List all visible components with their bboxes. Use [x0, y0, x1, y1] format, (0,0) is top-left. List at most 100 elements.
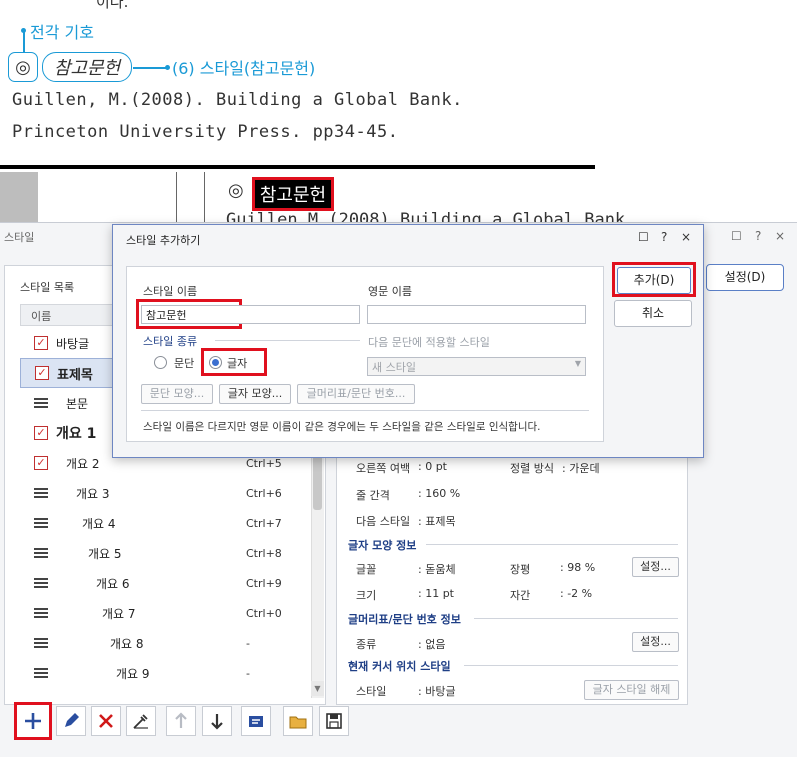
- check-icon: ✓: [35, 366, 49, 380]
- open-folder-icon: [289, 716, 307, 729]
- restore-icon[interactable]: ☐: [731, 229, 742, 243]
- divider: [204, 172, 205, 222]
- line-spacing-value: : 160 %: [418, 487, 461, 500]
- align-label: 정렬 방식: [510, 462, 554, 475]
- kind-character-radio[interactable]: [209, 356, 222, 369]
- font-label: 글꼴: [356, 563, 377, 576]
- kind-character-label: 글자: [227, 357, 248, 370]
- help-icon[interactable]: ?: [661, 230, 667, 244]
- save-icon: [326, 713, 342, 729]
- lines-icon: [34, 638, 48, 650]
- style-list-item[interactable]: 개요 3 Ctrl+6: [20, 478, 310, 508]
- divider: [141, 410, 589, 411]
- eyedropper-icon: [133, 714, 148, 729]
- style-list-item[interactable]: 개요 7 Ctrl+0: [20, 598, 310, 628]
- check-icon: ✓: [34, 336, 48, 350]
- move-up-button[interactable]: [166, 706, 196, 736]
- english-name-label: 영문 이름: [368, 285, 412, 298]
- chevron-down-icon: ▼: [574, 359, 581, 368]
- next-style-value: : 표제목: [418, 515, 456, 528]
- close-icon[interactable]: ×: [681, 230, 691, 244]
- style-list-item[interactable]: 개요 5 Ctrl+8: [20, 538, 310, 568]
- char-shape-button[interactable]: 글자 모양...: [219, 384, 291, 404]
- next-style-label: 다음 스타일: [356, 515, 411, 528]
- thumbnail: [0, 172, 38, 224]
- symbol-box: ◎: [8, 52, 38, 82]
- scroll-down-icon[interactable]: ▼: [311, 681, 324, 696]
- char-spacing-value: : -2 %: [560, 587, 593, 600]
- lines-icon: [34, 608, 48, 620]
- cancel-button[interactable]: 취소: [614, 300, 692, 327]
- style-name-label: 스타일 이름: [143, 285, 198, 298]
- next-para-style-select[interactable]: 새 스타일 ▼: [367, 357, 586, 376]
- add-style-button[interactable]: [14, 702, 52, 740]
- numbering-kind-label: 종류: [356, 638, 377, 651]
- annotation-leader-line: [133, 67, 167, 69]
- strip-symbol: ◎: [228, 180, 244, 201]
- numbering-button[interactable]: 글머리표/문단 번호...: [297, 384, 415, 404]
- scrollbar-thumb[interactable]: [313, 450, 322, 510]
- next-para-style-label: 다음 문단에 적용할 스타일: [368, 336, 490, 349]
- restore-icon[interactable]: ☐: [638, 230, 649, 244]
- style-list-item-shortcut: Ctrl+0: [246, 606, 282, 620]
- divider: [474, 618, 678, 619]
- font-size-value: : 11 pt: [418, 587, 454, 600]
- style-list-item-name: 개요 3: [76, 486, 110, 501]
- style-list-item-name: 본문: [66, 396, 89, 411]
- align-value: : 가운데: [562, 462, 600, 475]
- reference-heading-box: 참고문헌: [42, 52, 132, 82]
- line-spacing-label: 줄 간격: [356, 489, 390, 502]
- dialog-title: 스타일 추가하기: [126, 234, 201, 247]
- document-cut-text: 이다.: [96, 0, 129, 11]
- move-up-icon: [175, 712, 187, 728]
- edit-style-button[interactable]: [56, 706, 86, 736]
- right-margin-label: 오른쪽 여백: [356, 462, 411, 475]
- style-list-item-name: 개요 7: [102, 606, 136, 621]
- numbering-settings-button[interactable]: 설정...: [632, 632, 679, 652]
- english-name-input[interactable]: [367, 305, 586, 324]
- style-name-input[interactable]: 참고문헌: [141, 305, 360, 324]
- font-size-label: 크기: [356, 589, 377, 602]
- lines-icon: [34, 518, 48, 530]
- style-settings-button[interactable]: 설정(D): [706, 264, 784, 291]
- lines-icon: [34, 578, 48, 590]
- style-window-title: 스타일: [4, 231, 35, 244]
- style-list-item-shortcut: Ctrl+7: [246, 516, 282, 530]
- close-icon[interactable]: ×: [775, 229, 785, 243]
- style-list-item[interactable]: 개요 8 -: [20, 628, 310, 658]
- edit-icon: [65, 713, 79, 727]
- style-list-item-shortcut: Ctrl+5: [246, 456, 282, 470]
- check-icon: ✓: [34, 426, 48, 440]
- style-list-item-name: 표제목: [57, 367, 93, 383]
- annotation-symbol-label: 전각 기호: [30, 23, 94, 42]
- move-down-button[interactable]: [202, 706, 232, 736]
- reference-line-2: Princeton University Press. pp34-45.: [12, 122, 399, 142]
- style-list-label: 스타일 목록: [20, 281, 75, 294]
- divider: [426, 544, 678, 545]
- numbering-kind-value: : 없음: [418, 638, 446, 651]
- check-icon: ✓: [34, 456, 48, 470]
- char-settings-button[interactable]: 설정...: [632, 557, 679, 577]
- save-style-button[interactable]: [319, 706, 349, 736]
- char-width-value: : 98 %: [560, 561, 596, 574]
- lines-icon: [34, 548, 48, 560]
- style-list-item[interactable]: 개요 6 Ctrl+9: [20, 568, 310, 598]
- pick-style-button[interactable]: [126, 706, 156, 736]
- style-list-item[interactable]: 개요 9 -: [20, 658, 310, 688]
- delete-icon: [99, 714, 113, 728]
- help-icon[interactable]: ?: [755, 229, 761, 243]
- style-list-item-name: 개요 8: [110, 636, 144, 651]
- add-button[interactable]: 추가(D): [617, 267, 691, 294]
- cursor-style-value: : 바탕글: [418, 685, 456, 698]
- release-char-style-button[interactable]: 글자 스타일 해제: [584, 680, 679, 700]
- kind-paragraph-radio[interactable]: [154, 356, 167, 369]
- cursor-style-heading: 현재 커서 위치 스타일: [348, 660, 451, 673]
- delete-style-button[interactable]: [91, 706, 121, 736]
- lines-icon: [34, 488, 48, 500]
- style-list-item[interactable]: 개요 4 Ctrl+7: [20, 508, 310, 538]
- style-kind-label: 스타일 종류: [143, 335, 198, 348]
- para-shape-button[interactable]: 문단 모양...: [141, 384, 213, 404]
- import-style-button[interactable]: [241, 706, 271, 736]
- open-style-button[interactable]: [283, 706, 313, 736]
- strip-reference-text: Guillen M (2008) Building a Global Bank: [226, 210, 626, 222]
